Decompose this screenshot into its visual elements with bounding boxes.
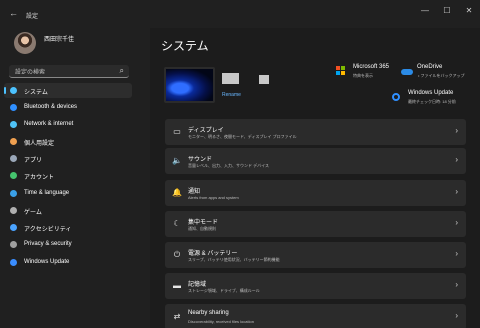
power-icon: ⏻ [173, 250, 181, 259]
search-icon[interactable]: ⌕ [120, 66, 124, 76]
apps-icon [10, 155, 17, 162]
sidebar-item-label: アカウント [24, 175, 55, 181]
onedrive-title: OneDrive [417, 64, 443, 70]
sidebar: 西田宗千佳 ⌕ システム Bluetooth & devices Network… [0, 28, 150, 328]
globe-icon [10, 190, 17, 197]
storage-card[interactable]: ▬ 記憶域 ストレージ領域、ドライブ、構成ルール › [165, 273, 466, 299]
card-subtitle: モニター、明るさ、夜間モード、ディスプレイ プロファイル [188, 134, 297, 139]
sidebar-item-windows-update[interactable]: Windows Update [4, 255, 132, 270]
device-name-redacted [222, 73, 239, 84]
search-input[interactable] [15, 68, 115, 74]
wallpaper-image [166, 69, 213, 101]
microsoft-365-title: Microsoft 365 [353, 64, 390, 70]
notifications-card[interactable]: 🔔 通知 Alerts from apps and system › [165, 180, 466, 206]
shield-icon [10, 241, 17, 248]
speaker-icon: 🔈 [172, 156, 182, 165]
storage-icon: ▬ [173, 281, 181, 290]
minimize-button[interactable]: — [416, 4, 434, 18]
chevron-right-icon: › [455, 311, 458, 320]
windows-update-title: Windows Update [408, 90, 454, 96]
gamepad-icon [10, 207, 17, 214]
sidebar-item-accounts[interactable]: アカウント [4, 168, 132, 183]
user-name: 西田宗千佳 [44, 37, 75, 43]
card-title: サウンド [188, 157, 213, 163]
chevron-right-icon: › [455, 249, 458, 258]
app-title: 設定 [26, 14, 39, 20]
sidebar-item-label: Windows Update [24, 259, 70, 265]
card-subtitle: Discoverability, received files location [188, 319, 254, 324]
chevron-right-icon: › [455, 187, 458, 196]
sidebar-item-time-language[interactable]: Time & language [4, 186, 132, 201]
sound-card[interactable]: 🔈 サウンド 音量レベル、出力、入力、サウンド デバイス › [165, 148, 466, 174]
sidebar-item-label: システム [24, 90, 48, 96]
person-icon [10, 172, 17, 179]
device-model-redacted [259, 75, 269, 84]
onedrive-icon [401, 69, 413, 75]
sidebar-item-label: アプリ [24, 158, 43, 164]
card-title: Nearby sharing [188, 310, 229, 316]
onedrive-subtitle: • ファイルをバックアップ [418, 73, 465, 78]
sidebar-item-label: Time & language [24, 190, 70, 196]
share-icon: ⇄ [173, 312, 181, 321]
card-subtitle: Alerts from apps and system [188, 195, 239, 200]
device-wallpaper-thumbnail [164, 67, 215, 103]
sidebar-item-label: Bluetooth & devices [24, 104, 78, 110]
sidebar-item-privacy-security[interactable]: Privacy & security [4, 237, 132, 252]
windows-update-icon [392, 93, 400, 101]
card-title: ディスプレイ [188, 128, 224, 134]
card-title: 集中モード [188, 220, 219, 226]
card-subtitle: 音量レベル、出力、入力、サウンド デバイス [188, 163, 269, 168]
card-subtitle: スリープ、バッテリ使用状況、バッテリー節約機能 [188, 257, 280, 262]
sidebar-item-bluetooth-devices[interactable]: Bluetooth & devices [4, 100, 132, 115]
card-title: 電源 & バッテリー [188, 251, 238, 257]
sidebar-item-apps[interactable]: アプリ [4, 151, 132, 166]
card-title: 通知 [188, 189, 201, 195]
sidebar-item-accessibility[interactable]: アクセシビリティ [4, 220, 132, 235]
display-icon: ▭ [173, 127, 181, 136]
display-card[interactable]: ▭ ディスプレイ モニター、明るさ、夜間モード、ディスプレイ プロファイル › [165, 119, 466, 145]
microsoft-365-icon [336, 66, 346, 76]
sidebar-item-label: アクセシビリティ [24, 227, 72, 233]
card-subtitle: 通知、自動規則 [188, 226, 216, 231]
page-title: システム [161, 39, 209, 53]
update-icon [10, 259, 17, 266]
windows-update-subtitle: 最終チェック日時: 18 分前 [408, 99, 456, 104]
close-button[interactable]: ✕ [460, 4, 478, 18]
sidebar-item-label: Network & internet [24, 121, 74, 127]
sidebar-item-label: Privacy & security [24, 241, 72, 247]
sidebar-item-personalization[interactable]: 個人用設定 [4, 134, 132, 149]
maximize-button[interactable]: ☐ [438, 4, 456, 18]
accessibility-icon [10, 224, 17, 231]
rename-link[interactable]: Rename [222, 92, 241, 98]
sidebar-item-label: 個人用設定 [24, 141, 55, 147]
card-title: 記憶域 [188, 282, 207, 288]
search-box[interactable]: ⌕ [9, 65, 129, 78]
sidebar-item-gaming[interactable]: ゲーム [4, 203, 132, 218]
chevron-right-icon: › [455, 280, 458, 289]
back-button[interactable]: ← [9, 9, 18, 18]
bell-icon: 🔔 [172, 188, 182, 197]
sidebar-item-system[interactable]: システム [4, 83, 132, 98]
chevron-right-icon: › [455, 155, 458, 164]
monitor-icon [10, 87, 17, 94]
microsoft-365-subtitle: 特典を表示 [353, 73, 373, 78]
main-content: システム Rename Microsoft 365 特典を表示 OneDrive… [150, 28, 480, 328]
focus-assist-card[interactable]: ☾ 集中モード 通知、自動規則 › [165, 211, 466, 237]
sidebar-item-label: ゲーム [24, 210, 42, 216]
brush-icon [10, 138, 17, 145]
title-bar: ← 設定 — ☐ ✕ [0, 0, 480, 28]
sidebar-item-network-internet[interactable]: Network & internet [4, 117, 132, 132]
card-subtitle: ストレージ領域、ドライブ、構成ルール [188, 288, 260, 293]
avatar[interactable] [14, 32, 36, 54]
moon-icon: ☾ [173, 219, 181, 228]
wifi-icon [10, 121, 17, 128]
bluetooth-icon [10, 104, 17, 111]
chevron-right-icon: › [455, 218, 458, 227]
power-battery-card[interactable]: ⏻ 電源 & バッテリー スリープ、バッテリ使用状況、バッテリー節約機能 › [165, 242, 466, 268]
nearby-sharing-card[interactable]: ⇄ Nearby sharing Discoverability, receiv… [165, 304, 466, 328]
chevron-right-icon: › [455, 126, 458, 135]
